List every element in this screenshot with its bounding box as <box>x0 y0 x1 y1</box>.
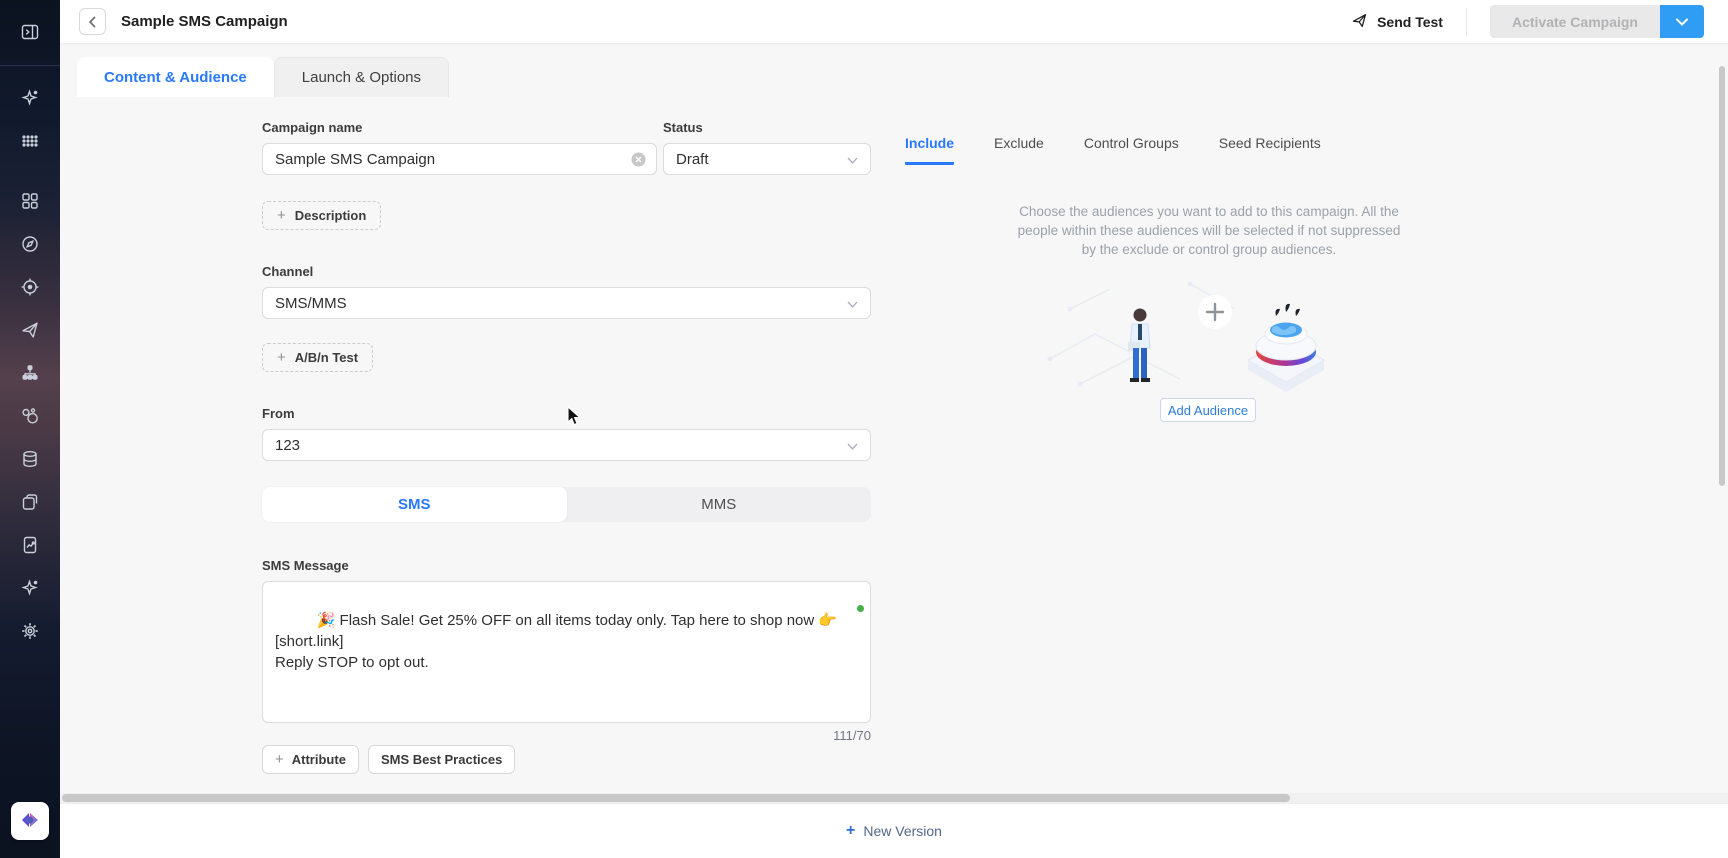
tab-launch-options[interactable]: Launch & Options <box>274 57 449 97</box>
add-abn-test-label: A/B/n Test <box>295 350 358 365</box>
sms-message-value: 🎉 Flash Sale! Get 25% OFF on all items t… <box>275 612 841 671</box>
toggle-mms[interactable]: MMS <box>567 487 872 522</box>
back-button[interactable] <box>79 8 106 35</box>
status-select[interactable]: Draft <box>663 143 871 175</box>
send-test-button[interactable]: Send Test <box>1351 12 1443 32</box>
brand-logo[interactable] <box>11 802 49 840</box>
tab-control-groups[interactable]: Control Groups <box>1084 135 1179 165</box>
new-version-button[interactable]: + New Version <box>846 822 942 840</box>
add-attribute-label: Attribute <box>292 752 346 767</box>
paper-plane-icon <box>1351 12 1368 32</box>
audience-description: Choose the audiences you want to add to … <box>1014 202 1404 259</box>
audience-tabs: Include Exclude Control Groups Seed Reci… <box>905 135 1321 165</box>
tab-exclude[interactable]: Exclude <box>994 135 1044 165</box>
topbar-actions: Send Test Activate Campaign <box>1351 5 1728 38</box>
send-campaign-icon[interactable] <box>20 320 40 340</box>
add-abn-test-button[interactable]: + A/B/n Test <box>262 343 373 372</box>
org-chart-icon[interactable] <box>20 363 40 383</box>
database-icon[interactable] <box>20 449 40 469</box>
top-bar: Sample SMS Campaign Send Test Activate C… <box>60 0 1728 44</box>
topbar-divider <box>1466 8 1467 36</box>
status-label: Status <box>663 120 871 135</box>
clear-input-icon[interactable] <box>631 152 646 167</box>
version-footer: + New Version <box>60 803 1728 858</box>
campaign-name-value: Sample SMS Campaign <box>275 151 435 168</box>
chevron-down-icon <box>847 151 858 168</box>
plus-icon: + <box>846 822 855 840</box>
target-locate-icon[interactable] <box>20 277 40 297</box>
app-root: Sample SMS Campaign Send Test Activate C… <box>0 0 1728 858</box>
compass-icon[interactable] <box>20 234 40 254</box>
status-dot <box>857 605 864 612</box>
segments-icon[interactable] <box>20 406 40 426</box>
add-description-label: Description <box>295 208 367 223</box>
plus-icon: + <box>277 349 286 366</box>
activate-dropdown-button[interactable] <box>1660 5 1704 38</box>
plus-circle <box>1198 295 1232 329</box>
tab-content-audience[interactable]: Content & Audience <box>77 57 274 97</box>
from-value: 123 <box>275 437 300 454</box>
char-counter: 111/70 <box>262 728 871 743</box>
status-value: Draft <box>676 151 709 168</box>
sms-best-practices-label: SMS Best Practices <box>381 752 502 767</box>
toggle-sms[interactable]: SMS <box>262 487 567 522</box>
ai-sparkle-icon[interactable] <box>20 88 40 108</box>
message-type-toggle: SMS MMS <box>262 487 871 522</box>
add-description-button[interactable]: + Description <box>262 201 381 230</box>
activate-campaign-button[interactable]: Activate Campaign <box>1490 5 1660 38</box>
send-test-label: Send Test <box>1377 14 1443 30</box>
page-title: Sample SMS Campaign <box>121 13 288 30</box>
sidebar-divider <box>0 65 60 66</box>
vertical-scrollbar-thumb[interactable] <box>1719 66 1725 486</box>
channel-value: SMS/MMS <box>275 295 347 312</box>
plus-icon: + <box>277 207 286 224</box>
channel-label: Channel <box>262 264 871 279</box>
chevron-down-icon <box>847 295 858 312</box>
from-select[interactable]: 123 <box>262 429 871 461</box>
sms-message-label: SMS Message <box>262 558 871 573</box>
tab-include[interactable]: Include <box>905 135 954 165</box>
add-audience-button[interactable]: Add Audience <box>1160 398 1256 422</box>
channel-select[interactable]: SMS/MMS <box>262 287 871 319</box>
audience-empty-illustration <box>1040 264 1330 404</box>
horizontal-scrollbar <box>60 793 1728 803</box>
plus-icon: + <box>275 751 284 768</box>
campaign-name-label: Campaign name <box>262 120 657 135</box>
activate-campaign-group: Activate Campaign <box>1490 5 1704 38</box>
templates-icon[interactable] <box>20 492 40 512</box>
main-sidebar <box>0 0 60 858</box>
add-attribute-button[interactable]: + Attribute <box>262 745 359 774</box>
new-version-label: New Version <box>863 823 942 839</box>
dashboard-icon[interactable] <box>20 191 40 211</box>
main-tabs: Content & Audience Launch & Options <box>77 57 449 97</box>
horizontal-scrollbar-thumb[interactable] <box>62 794 1290 802</box>
sms-best-practices-button[interactable]: SMS Best Practices <box>368 745 515 774</box>
ai-sparkle-2-icon[interactable] <box>20 578 40 598</box>
chevron-down-icon <box>847 437 858 454</box>
main-content: Content & Audience Launch & Options Camp… <box>60 44 1728 803</box>
person-figure <box>1128 309 1150 383</box>
tab-seed-recipients[interactable]: Seed Recipients <box>1219 135 1321 165</box>
report-doc-icon[interactable] <box>20 535 40 555</box>
campaign-name-input[interactable]: Sample SMS Campaign <box>262 143 657 175</box>
settings-gear-icon[interactable] <box>20 621 40 641</box>
from-label: From <box>262 406 871 421</box>
campaign-form: Campaign name Sample SMS Campaign Status <box>262 120 871 858</box>
audience-podium <box>1248 304 1324 392</box>
audience-panel: Include Exclude Control Groups Seed Reci… <box>872 44 1728 803</box>
sms-message-textarea[interactable]: 🎉 Flash Sale! Get 25% OFF on all items t… <box>262 581 871 723</box>
apps-grid-icon[interactable] <box>20 131 40 151</box>
collapse-panel-icon[interactable] <box>20 22 40 42</box>
